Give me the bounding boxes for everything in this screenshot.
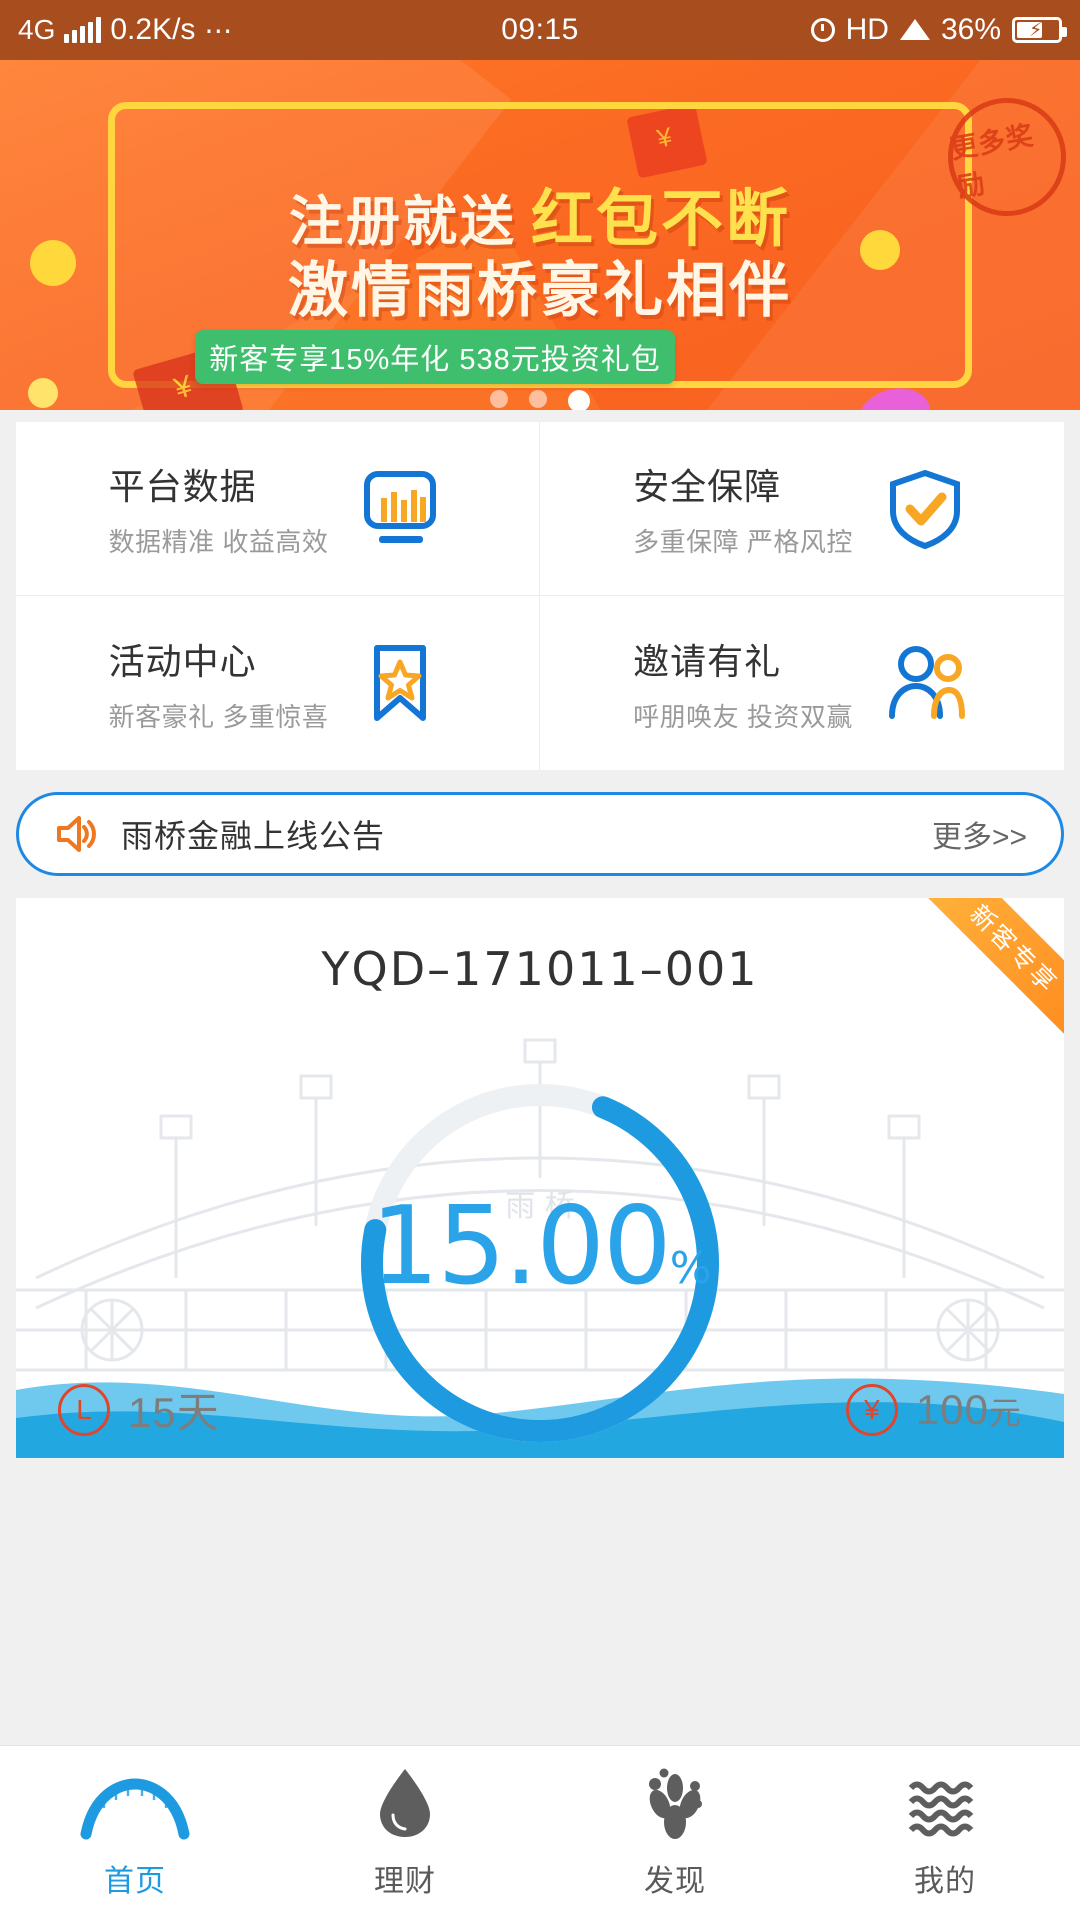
- network-speed-label: 0.2K/s: [110, 13, 196, 46]
- network-type-label: 4G: [18, 14, 56, 45]
- announcement-more-link[interactable]: 更多>>: [932, 812, 1027, 856]
- product-amount-unit: 元: [988, 1394, 1022, 1431]
- product-card[interactable]: 新客专享 YQD–171011–001 雨 桥 15.00% L 15天 ¥ 1…: [16, 898, 1064, 1458]
- carousel-dot-3[interactable]: [568, 390, 590, 410]
- tab-label: 首页: [104, 1865, 166, 1898]
- product-amount-group: ¥ 100元: [845, 1383, 1022, 1436]
- waves-icon: [907, 1766, 983, 1840]
- bridge-icon: [80, 1766, 190, 1840]
- carousel-dot-1[interactable]: [490, 390, 508, 408]
- status-bar: 4G 0.2K/s ⋯ 09:15 HD 36% ⚡: [0, 0, 1080, 60]
- feature-grid: 平台数据 数据精准 收益高效 安全保障 多重保障 严格风控 活动中心 新客豪礼 …: [16, 422, 1064, 770]
- feature-subtitle: 数据精准 收益高效: [108, 527, 329, 557]
- battery-percent-label: 36%: [940, 13, 1001, 46]
- wifi-icon: [899, 18, 930, 42]
- carousel-dots[interactable]: [0, 390, 1080, 410]
- feature-cell-invite[interactable]: 邀请有礼 呼朋唤友 投资双赢: [540, 596, 1064, 770]
- feature-subtitle: 多重保障 严格风控: [633, 527, 853, 557]
- rate-value: 15.00: [370, 1184, 672, 1309]
- alarm-clock-icon: [810, 18, 835, 42]
- feature-cell-activity-center[interactable]: 活动中心 新客豪礼 多重惊喜: [16, 596, 540, 770]
- feature-subtitle: 呼朋唤友 投资双赢: [633, 701, 853, 732]
- hd-label: HD: [845, 13, 889, 46]
- rate-unit: %: [669, 1243, 712, 1294]
- product-footer: L 15天 ¥ 100元: [16, 1379, 1064, 1440]
- signal-bars-icon: [64, 17, 102, 43]
- tab-home[interactable]: 首页: [0, 1746, 270, 1920]
- invite-people-icon: [879, 637, 971, 729]
- status-left: 4G 0.2K/s ⋯: [18, 13, 540, 47]
- more-status-icon: ⋯: [204, 14, 235, 46]
- announcement-text: 雨桥金融上线公告: [121, 818, 386, 854]
- droplet-icon: [374, 1766, 436, 1840]
- feature-cell-platform-data[interactable]: 平台数据 数据精准 收益高效: [16, 422, 540, 596]
- promo-banner-carousel[interactable]: 注册就送红包不断 激情雨桥豪礼相伴 新客专享15%年化 538元投资礼包 更多奖…: [0, 60, 1080, 410]
- product-code: YQD–171011–001: [321, 942, 759, 996]
- feature-cell-security[interactable]: 安全保障 多重保障 严格风控: [540, 422, 1064, 596]
- product-term-group: L 15天: [58, 1379, 220, 1440]
- banner-title-line2: 激情雨桥豪礼相伴: [288, 256, 792, 326]
- shield-check-icon: [879, 463, 971, 555]
- rate-value-group: 15.00%: [345, 1184, 735, 1309]
- feature-subtitle: 新客豪礼 多重惊喜: [108, 701, 329, 732]
- banner-offer-pill[interactable]: 新客专享15%年化 538元投资礼包: [195, 330, 675, 384]
- bar-chart-icon: [354, 463, 446, 555]
- product-amount-value: 100元: [915, 1385, 1022, 1433]
- bookmark-star-icon: [354, 637, 446, 729]
- carousel-dot-2[interactable]: [529, 390, 547, 408]
- feature-title: 邀请有礼: [633, 640, 782, 682]
- tab-mine[interactable]: 我的: [810, 1746, 1080, 1920]
- yuan-circle-icon: ¥: [845, 1383, 898, 1436]
- tab-label: 发现: [644, 1865, 706, 1898]
- status-right: HD 36% ⚡: [540, 13, 1067, 47]
- plant-icon: [638, 1766, 712, 1840]
- feature-title: 活动中心: [108, 640, 257, 682]
- tab-discover[interactable]: 发现: [540, 1746, 810, 1920]
- tab-label: 我的: [914, 1865, 976, 1898]
- tab-finance[interactable]: 理财: [270, 1746, 540, 1920]
- product-term-value: 15天: [128, 1389, 220, 1436]
- tab-label: 理财: [374, 1865, 436, 1898]
- more-rewards-stamp-label: 更多奖励: [948, 120, 1037, 203]
- announcement-bar[interactable]: 雨桥金融上线公告 更多>>: [16, 792, 1064, 876]
- feature-title: 平台数据: [108, 466, 257, 507]
- battery-charging-icon: ⚡: [1012, 17, 1067, 43]
- feature-title: 安全保障: [633, 466, 782, 507]
- clock-circle-icon: L: [58, 1383, 110, 1436]
- bottom-tab-bar: 首页 理财 发现 我的: [0, 1745, 1080, 1920]
- speaker-icon: [53, 811, 99, 857]
